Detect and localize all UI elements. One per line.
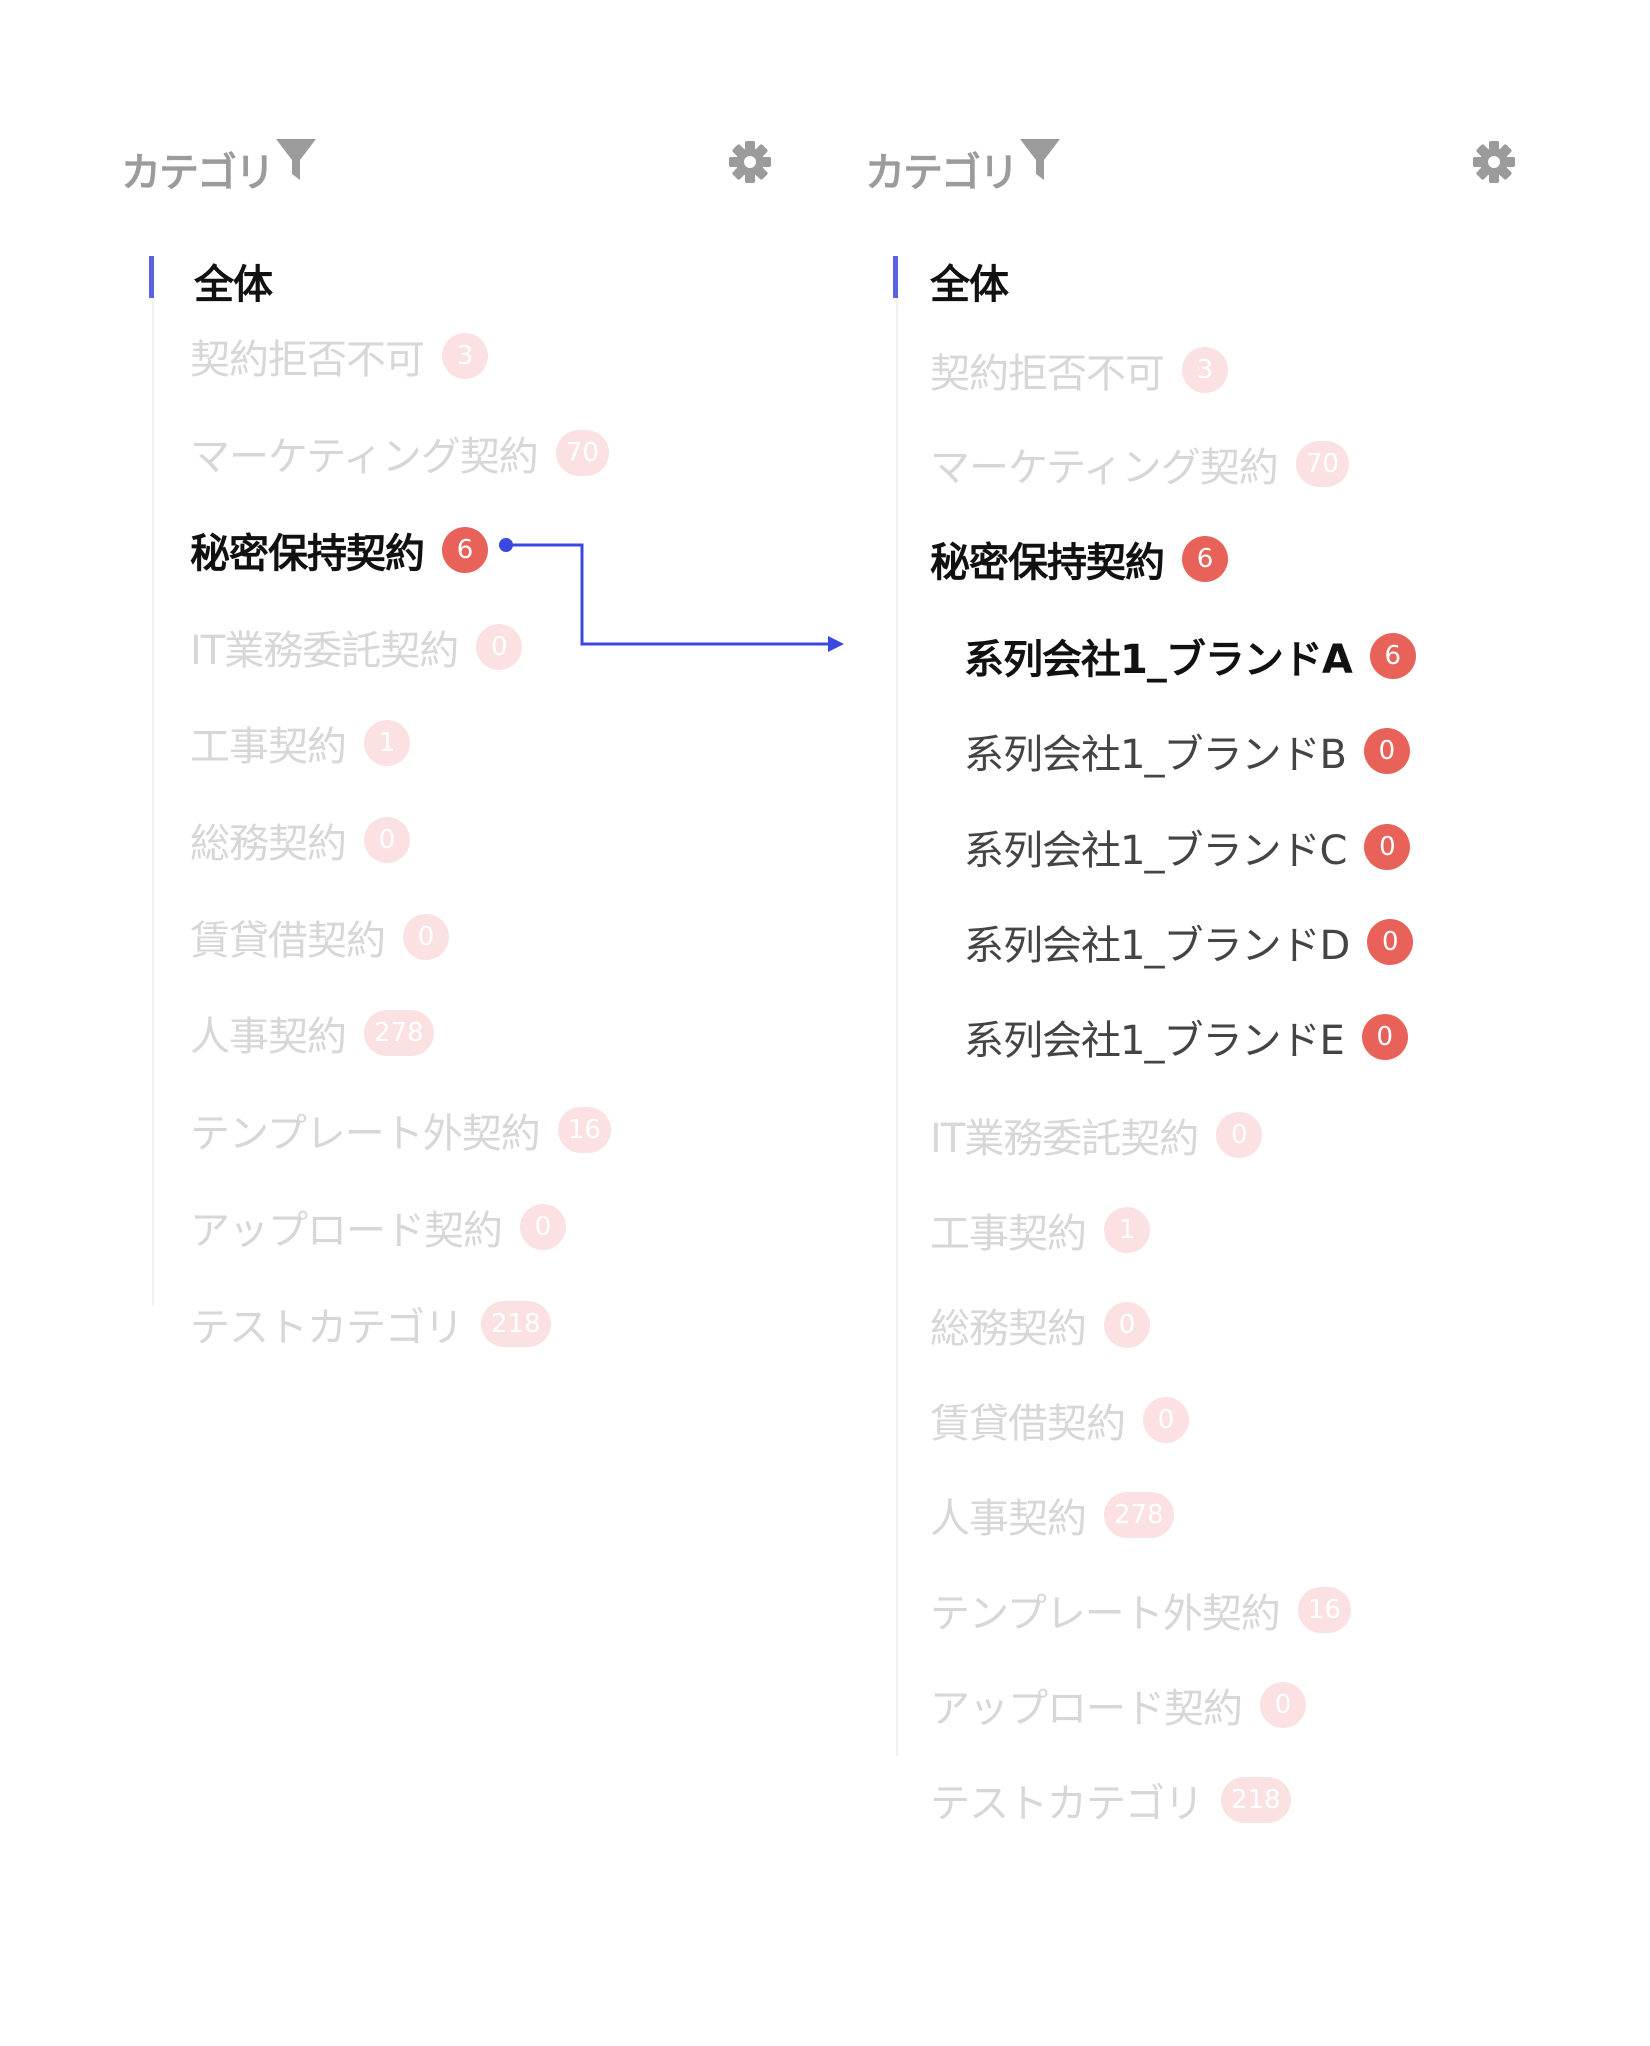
expand-connector-arrow	[499, 538, 844, 652]
connector-line	[506, 543, 830, 646]
connector-arrowhead	[828, 636, 844, 652]
